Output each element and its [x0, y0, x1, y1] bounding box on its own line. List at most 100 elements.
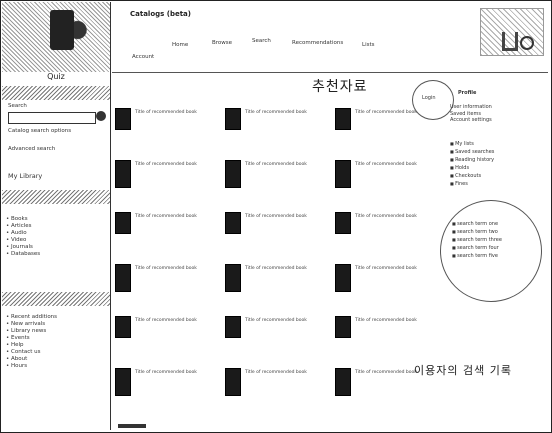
book-title[interactable]: Title of recommended book	[135, 266, 217, 272]
book-cover[interactable]	[225, 368, 241, 396]
book-cover[interactable]	[335, 264, 351, 292]
sidebar-item[interactable]: New arrivals	[6, 321, 108, 328]
book-cover[interactable]	[115, 264, 131, 292]
book-title[interactable]: Title of recommended book	[245, 370, 327, 376]
book-item[interactable]: Title of recommended book	[335, 264, 439, 314]
search-go-icon[interactable]	[96, 111, 106, 121]
history-item[interactable]: search term three	[452, 236, 534, 244]
search-options-link[interactable]: Catalog search options	[8, 128, 71, 134]
banner-u-icon	[502, 32, 518, 51]
sidebar-item[interactable]: Library news	[6, 328, 108, 335]
book-cover[interactable]	[335, 212, 351, 234]
book-item[interactable]: Title of recommended book	[225, 160, 329, 210]
book-cover[interactable]	[115, 108, 131, 130]
book-item[interactable]: Title of recommended book	[335, 316, 439, 366]
login-link[interactable]: Login	[422, 95, 436, 102]
history-item[interactable]: search term one	[452, 220, 534, 228]
book-cover[interactable]	[225, 316, 241, 338]
account-link[interactable]: Saved searches	[450, 148, 545, 156]
history-item[interactable]: search term two	[452, 228, 534, 236]
book-item[interactable]: Title of recommended book	[115, 160, 219, 210]
book-title[interactable]: Title of recommended book	[355, 266, 437, 272]
site-brand[interactable]: Catalogs (beta)	[130, 10, 191, 18]
book-cover[interactable]	[225, 108, 241, 130]
history-item[interactable]: search term five	[452, 252, 534, 260]
sidebar-item[interactable]: Events	[6, 335, 108, 342]
book-cover[interactable]	[115, 368, 131, 396]
book-title[interactable]: Title of recommended book	[355, 214, 437, 220]
history-item[interactable]: search term four	[452, 244, 534, 252]
account-link[interactable]: Checkouts	[450, 172, 545, 180]
nav-browse[interactable]: Browse	[212, 40, 232, 46]
book-item[interactable]: Title of recommended book	[225, 212, 329, 262]
book-item[interactable]: Title of recommended book	[225, 368, 329, 418]
account-link[interactable]: Reading history	[450, 156, 545, 164]
book-title[interactable]: Title of recommended book	[245, 318, 327, 324]
book-cover[interactable]	[335, 368, 351, 396]
sidebar-item[interactable]: Help	[6, 342, 108, 349]
sidebar-item[interactable]: Recent additions	[6, 314, 108, 321]
search-input[interactable]	[8, 112, 96, 124]
section-label: My Library	[8, 172, 43, 180]
sidebar: Quiz Search Catalog search options Advan…	[2, 2, 111, 430]
nav-lists[interactable]: Lists	[362, 42, 374, 48]
account-link[interactable]: My lists	[450, 140, 545, 148]
nav-home[interactable]: Home	[172, 42, 188, 48]
book-item[interactable]: Title of recommended book	[225, 108, 329, 158]
book-cover[interactable]	[225, 264, 241, 292]
book-item[interactable]: Title of recommended book	[225, 264, 329, 314]
book-title[interactable]: Title of recommended book	[245, 162, 327, 168]
account-link[interactable]: Fines	[450, 180, 545, 188]
book-item[interactable]: Title of recommended book	[115, 108, 219, 158]
sidebar-item[interactable]: Hours	[6, 363, 108, 370]
book-title[interactable]: Title of recommended book	[355, 318, 437, 324]
sidebar-item[interactable]: Books	[6, 216, 108, 223]
nav-recommendations[interactable]: Recommendations	[292, 40, 343, 46]
sidebar-item[interactable]: Contact us	[6, 349, 108, 356]
book-item[interactable]: Title of recommended book	[115, 264, 219, 314]
book-item[interactable]: Title of recommended book	[115, 212, 219, 262]
book-item[interactable]: Title of recommended book	[115, 368, 219, 418]
book-title[interactable]: Title of recommended book	[245, 266, 327, 272]
book-item[interactable]: Title of recommended book	[335, 212, 439, 262]
account-links: My lists Saved searches Reading history …	[450, 140, 545, 188]
book-title[interactable]: Title of recommended book	[355, 162, 437, 168]
book-item[interactable]: Title of recommended book	[225, 316, 329, 366]
book-cover[interactable]	[115, 316, 131, 338]
sidebar-item[interactable]: Video	[6, 237, 108, 244]
book-item[interactable]: Title of recommended book	[115, 316, 219, 366]
book-cover[interactable]	[335, 108, 351, 130]
book-title[interactable]: Title of recommended book	[245, 214, 327, 220]
book-title[interactable]: Title of recommended book	[135, 214, 217, 220]
book-title[interactable]: Title of recommended book	[135, 370, 217, 376]
nav-search[interactable]: Search	[252, 38, 271, 44]
sidebar-item[interactable]: Articles	[6, 223, 108, 230]
book-item[interactable]: Title of recommended book	[335, 160, 439, 210]
book-title[interactable]: Title of recommended book	[135, 110, 217, 116]
sidebar-band	[2, 190, 110, 204]
book-cover[interactable]	[335, 316, 351, 338]
search-history-label: 이용자의 검색 기록	[414, 364, 512, 377]
book-title[interactable]: Title of recommended book	[135, 162, 217, 168]
book-cover[interactable]	[225, 212, 241, 234]
book-cover[interactable]	[115, 212, 131, 234]
logo-mark	[50, 10, 74, 50]
sidebar-item[interactable]: Journals	[6, 244, 108, 251]
logo-caption: Quiz	[47, 72, 65, 81]
sidebar-item[interactable]: About	[6, 356, 108, 363]
horizontal-scrollbar[interactable]	[118, 424, 146, 428]
sidebar-item[interactable]: Audio	[6, 230, 108, 237]
account-link[interactable]: Holds	[450, 164, 545, 172]
book-cover[interactable]	[335, 160, 351, 188]
advanced-search-link[interactable]: Advanced search	[8, 146, 55, 152]
logo[interactable]	[2, 2, 110, 72]
book-title[interactable]: Title of recommended book	[135, 318, 217, 324]
book-cover[interactable]	[225, 160, 241, 188]
book-title[interactable]: Title of recommended book	[245, 110, 327, 116]
book-cover[interactable]	[115, 160, 131, 188]
sidebar-menu-b: Recent additions New arrivals Library ne…	[6, 314, 108, 370]
profile-line[interactable]: Account settings	[450, 117, 545, 124]
sidebar-item[interactable]: Databases	[6, 251, 108, 258]
sidebar-band	[2, 292, 110, 306]
nav-account[interactable]: Account	[132, 54, 154, 60]
